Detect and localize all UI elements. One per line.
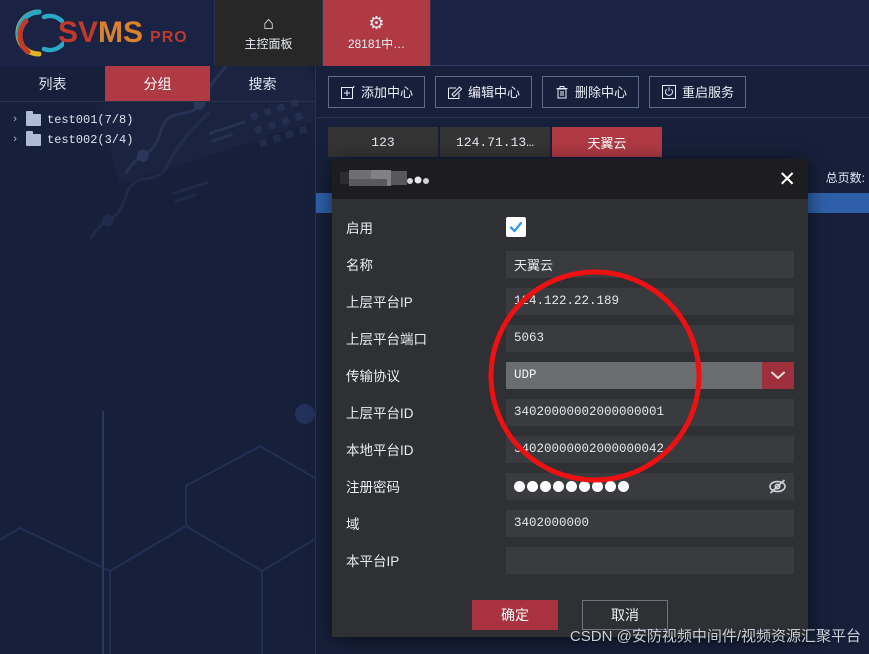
field-row-local-ip: 本平台IP: [346, 542, 794, 578]
watermark-text: CSDN @安防视频中间件/视频资源汇聚平台: [569, 628, 861, 645]
field-row-upper-id: 上层平台ID: [346, 394, 794, 430]
center-tab-label: 天翼云: [587, 135, 627, 151]
button-label: 重启服务: [682, 85, 735, 100]
field-label: 本地平台ID: [346, 443, 414, 458]
field-label: 域: [346, 517, 360, 532]
header-button-label: 28181中…: [347, 37, 406, 51]
close-icon[interactable]: ✕: [778, 169, 796, 190]
left-sidebar: 列表 分组 搜索 › test001(7/8) › test002(3/4): [0, 66, 315, 654]
local-platform-id-input[interactable]: [506, 435, 794, 463]
tab-list[interactable]: 列表: [0, 66, 105, 101]
top-header: SVMS PRO ⌂ 主控面板 ⚙ 28181中…: [0, 0, 869, 66]
tree-item-label: test002(3/4): [47, 133, 134, 147]
brand-suffix: PRO: [150, 29, 188, 46]
home-icon: ⌂: [263, 13, 274, 33]
chevron-right-icon[interactable]: ›: [10, 114, 20, 126]
platform-name-input[interactable]: [506, 250, 794, 278]
app-logo: SVMS PRO: [0, 0, 214, 66]
add-square-icon: [340, 84, 355, 99]
field-row-domain: 域: [346, 505, 794, 541]
tab-label: 搜索: [248, 75, 277, 92]
folder-icon: [26, 111, 41, 126]
upper-platform-port-input[interactable]: [506, 324, 794, 352]
edit-center-button[interactable]: 编辑中心: [435, 75, 533, 108]
dialog-title-redacted: [340, 169, 440, 189]
field-label: 传输协议: [346, 369, 400, 384]
field-label: 上层平台端口: [346, 332, 427, 347]
toggle-password-visibility-icon[interactable]: [768, 478, 787, 500]
decorative-background: [0, 66, 315, 654]
field-row-name: 名称: [346, 246, 794, 282]
tab-group[interactable]: 分组: [105, 66, 210, 101]
dialog-body: 启用 名称 上层平台IP: [332, 199, 808, 630]
tree-item[interactable]: › test002(3/4): [10, 130, 315, 150]
upper-platform-id-input[interactable]: [506, 398, 794, 426]
edit-pencil-icon: [447, 84, 462, 99]
field-label: 本平台IP: [346, 554, 400, 569]
tab-label: 列表: [38, 75, 67, 92]
header-button-dashboard[interactable]: ⌂ 主控面板: [214, 0, 322, 66]
brand-name: SVMS: [58, 16, 144, 49]
field-label: 名称: [346, 258, 373, 273]
button-label: 编辑中心: [468, 85, 521, 100]
field-label: 上层平台ID: [346, 406, 414, 421]
tree-item[interactable]: › test001(7/8): [10, 110, 315, 130]
group-tree: › test001(7/8) › test002(3/4): [0, 102, 315, 150]
header-button-28181[interactable]: ⚙ 28181中…: [322, 0, 430, 66]
chevron-down-icon[interactable]: [762, 361, 794, 389]
gear-icon: ⚙: [368, 13, 385, 33]
add-center-button[interactable]: 添加中心: [328, 75, 426, 108]
header-button-label: 主控面板: [244, 37, 293, 51]
domain-input[interactable]: [506, 509, 794, 537]
field-row-protocol: 传输协议 UDP: [346, 357, 794, 393]
center-tab-label: 123: [371, 134, 395, 150]
restart-service-button[interactable]: 重启服务: [649, 75, 747, 108]
transport-protocol-select[interactable]: UDP: [506, 361, 794, 389]
tab-search[interactable]: 搜索: [210, 66, 315, 101]
field-row-password: 注册密码: [346, 468, 794, 504]
field-label: 注册密码: [346, 480, 400, 495]
tab-label: 分组: [143, 75, 172, 92]
center-tab-123[interactable]: 123: [328, 127, 438, 157]
center-tab-tianyiyun[interactable]: 天翼云: [552, 127, 662, 157]
field-row-enable: 启用: [346, 209, 794, 245]
local-platform-ip-input[interactable]: [506, 546, 794, 574]
application-window: SVMS PRO ⌂ 主控面板 ⚙ 28181中… 列表 分组 搜索 › tes…: [0, 0, 869, 654]
field-row-upper-port: 上层平台端口: [346, 320, 794, 356]
folder-icon: [26, 131, 41, 146]
field-row-upper-ip: 上层平台IP: [346, 283, 794, 319]
field-row-local-id: 本地平台ID: [346, 431, 794, 467]
dialog-title-bar: ✕: [332, 159, 808, 199]
check-icon: [509, 221, 523, 233]
confirm-button[interactable]: 确定: [472, 600, 558, 630]
trash-icon: [554, 84, 569, 99]
button-label: 添加中心: [361, 85, 414, 100]
center-tab-bar: 123 124.71.13… 天翼云: [316, 127, 869, 159]
enable-checkbox[interactable]: [506, 217, 526, 237]
delete-center-button[interactable]: 删除中心: [542, 75, 640, 108]
field-label: 启用: [346, 221, 373, 236]
center-tab-label: 124.71.13…: [455, 134, 534, 150]
register-password-input[interactable]: [506, 472, 794, 500]
svms-logo-icon: [15, 9, 64, 57]
edit-center-dialog: ✕ 启用 名称 天翼云 上层平台IP 124.122.22.189 上层平台端口…: [332, 159, 808, 637]
total-pages-label: 总页数:: [825, 171, 865, 185]
field-label: 上层平台IP: [346, 295, 413, 310]
power-restart-icon: [661, 84, 676, 99]
tree-item-label: test001(7/8): [47, 113, 134, 127]
center-tab-ip[interactable]: 124.71.13…: [440, 127, 550, 157]
button-label: 删除中心: [575, 85, 628, 100]
header-empty-area: [430, 0, 869, 65]
transport-protocol-value: UDP: [506, 361, 762, 389]
action-toolbar: 添加中心 编辑中心 删除中心 重启服务: [316, 66, 869, 118]
redaction-blur: [340, 170, 429, 186]
sidebar-tabs: 列表 分组 搜索: [0, 66, 315, 102]
chevron-right-icon[interactable]: ›: [10, 134, 20, 146]
upper-platform-ip-input[interactable]: [506, 287, 794, 315]
